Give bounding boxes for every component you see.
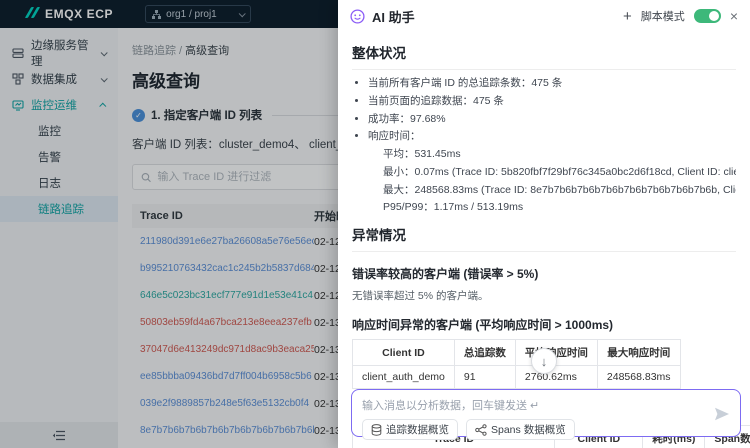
anomaly-section-heading: 异常情况 [352,224,736,252]
scroll-to-bottom-button[interactable]: ↓ [531,348,557,374]
table-header-row: Client ID 总追踪数 平均响应时间 最大响应时间 [353,340,681,366]
client-id-cell: client_auth_demo [353,366,455,389]
overview-bullet-list: 当前所有客户端 ID 的总追踪条数：475 条 当前页面的追踪数据：475 条 … [352,76,736,216]
table-row: client_auth_demo 91 2760.62ms 248568.83m… [353,366,681,389]
close-icon[interactable]: × [730,9,738,23]
column-header: Client ID [353,340,455,366]
total-traces-cell: 91 [454,366,515,389]
response-time-item: 平均：531.45ms [383,147,736,163]
overview-bullet: 成功率：97.68% [368,112,736,128]
error-clients-empty-text: 无错误率超过 5% 的客户端。 [352,288,736,303]
drawer-backdrop[interactable] [0,0,338,448]
response-time-sublist: 平均：531.45ms 最小：0.07ms (Trace ID: 5b820fb… [368,147,736,216]
chip-label: 追踪数据概览 [386,422,449,437]
ai-drawer-header: AI 助手 + 脚本模式 × [338,0,750,32]
arrow-down-icon: ↓ [541,354,548,369]
new-conversation-button[interactable]: + [623,9,632,24]
column-header: 总追踪数 [454,340,515,366]
overview-bullet: 当前页面的追踪数据：475 条 [368,94,736,110]
spans-overview-chip[interactable]: Spans 数据概览 [466,419,575,440]
script-mode-toggle[interactable] [694,9,721,23]
ai-assistant-icon [350,9,365,24]
avg-response-cell: 2760.62ms [515,366,597,389]
overview-bullet: 当前所有客户端 ID 的总追踪条数：475 条 [368,76,736,92]
script-mode-label: 脚本模式 [641,8,685,24]
message-composer[interactable]: 输入消息以分析数据，回车键发送 ↵ 追踪数据概览 Spans 数据概览 [351,389,741,437]
response-time-item: 最大：248568.83ms (Trace ID: 8e7b7b6b7b6b7b… [383,183,736,199]
ai-assistant-drawer: AI 助手 + 脚本模式 × 整体状况 当前所有客户端 ID 的总追踪条数：47… [338,0,750,448]
response-time-label: 响应时间： [368,130,421,142]
chip-label: Spans 数据概览 [491,422,566,437]
database-icon [371,424,382,436]
overview-bullet: 响应时间： 平均：531.45ms 最小：0.07ms (Trace ID: 5… [368,129,736,216]
column-header: 最大响应时间 [597,340,680,366]
response-time-item: 最小：0.07ms (Trace ID: 5b820fbf7f29bf76c34… [383,165,736,181]
spans-icon [475,424,487,436]
ai-drawer-title: AI 助手 [372,7,415,26]
error-clients-heading: 错误率较高的客户端 (错误率 > 5%) [352,265,736,282]
slow-clients-table: Client ID 总追踪数 平均响应时间 最大响应时间 client_auth… [352,339,681,389]
send-icon [714,407,730,421]
toggle-knob [709,11,719,21]
quick-prompt-chips: 追踪数据概览 Spans 数据概览 [362,419,730,440]
send-button[interactable] [714,407,730,426]
response-time-item: P95/P99：1.17ms / 513.19ms [383,200,736,216]
overview-section-heading: 整体状况 [352,42,736,70]
ai-drawer-body: 整体状况 当前所有客户端 ID 的总追踪条数：475 条 当前页面的追踪数据：4… [338,32,750,448]
composer-placeholder: 输入消息以分析数据，回车键发送 ↵ [362,397,730,413]
trace-overview-chip[interactable]: 追踪数据概览 [362,419,458,440]
max-response-cell: 248568.83ms [597,366,680,389]
slow-clients-heading: 响应时间异常的客户端 (平均响应时间 > 1000ms) [352,316,736,333]
